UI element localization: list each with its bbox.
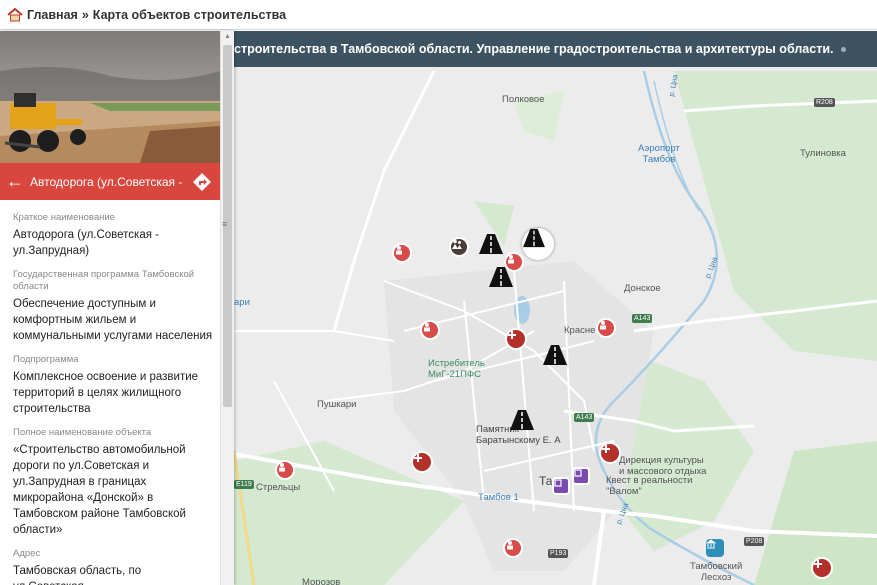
school-marker-icon[interactable] [420, 320, 440, 340]
object-details-panel: ← Автодорога (ул.Советская - ... Краткое… [0, 31, 234, 585]
road-shield-r208: R208 [814, 98, 835, 107]
object-title: Автодорога (ул.Советская - ... [30, 174, 184, 189]
hospital-marker-icon[interactable] [599, 442, 621, 464]
road-marker-icon[interactable] [478, 233, 504, 259]
directions-icon[interactable] [192, 172, 212, 192]
road-shield-a143-2: A143 [574, 413, 595, 422]
object-details-list: Краткое наименование Автодорога (ул.Сове… [13, 212, 213, 585]
field-label: Полное наименование объекта [13, 427, 152, 438]
map-view[interactable]: строительства в Тамбовской области. Упра… [234, 31, 877, 585]
field-label: Подпрограмма [13, 354, 79, 365]
culture-marker-icon[interactable] [552, 477, 570, 495]
field-label: Краткое наименование [13, 212, 115, 223]
road-shield-a143-1: A143 [632, 314, 653, 323]
detail-subprogram: Подпрограмма Комплексное освоение и разв… [13, 354, 213, 417]
banner-dot-icon [841, 46, 847, 52]
school-marker-icon[interactable] [392, 243, 412, 263]
breadcrumb-home-link[interactable]: Главная [27, 8, 78, 22]
resize-grip-icon[interactable]: ≡ [222, 219, 227, 229]
scroll-up-arrow-icon[interactable]: ▲ [224, 33, 231, 40]
place-label-krasnaya: Красне [564, 325, 596, 336]
hospital-marker-icon[interactable] [505, 328, 527, 350]
road-marker-icon[interactable] [509, 409, 535, 435]
home-icon[interactable] [7, 7, 23, 22]
kindergarten-marker-icon[interactable] [449, 237, 469, 257]
road-shield-p193: P193 [548, 549, 569, 558]
field-value: Комплексное освоение и развитие территор… [13, 371, 199, 415]
place-label-direkciya: Дирекция культуры и массового отдыха [619, 455, 707, 477]
school-marker-icon[interactable] [596, 318, 616, 338]
road-shield-p208: P208 [744, 537, 765, 546]
banner-text: строительства в Тамбовской области. Упра… [234, 42, 834, 56]
place-label-pushkari: Пушкари [317, 399, 357, 410]
field-value: Обеспечение доступным и комфортным жилье… [13, 298, 213, 342]
field-value: Автодорога (ул.Советская - ул.Запрудная) [13, 229, 159, 257]
breadcrumb-current-page: Карта объектов строительства [92, 7, 287, 22]
place-label-istrebitel: Истребитель МиГ-21ПФС [428, 358, 485, 380]
place-label-tulinovka: Тулиновка [800, 148, 846, 159]
school-marker-icon[interactable] [503, 538, 523, 558]
detail-state-program: Государственная программа Тамбовской обл… [13, 269, 213, 344]
map-info-banner: строительства в Тамбовской области. Упра… [234, 31, 877, 67]
back-arrow-icon[interactable]: ← [0, 171, 30, 192]
place-label-morozov: Морозов [302, 577, 341, 585]
place-label-leshoz: Тамбовский Лесхоз [690, 561, 743, 583]
road-shield-e119: E119 [234, 480, 254, 489]
map-canvas[interactable] [234, 31, 877, 585]
field-label: Государственная программа Тамбовской обл… [13, 269, 195, 292]
top-navigation-bar: Главная» Карта объектов строительства [0, 0, 877, 30]
field-value: «Строительство автомобильной дороги по у… [13, 444, 186, 536]
place-label-donskoe: Донское [624, 283, 661, 294]
road-marker-icon[interactable] [488, 266, 514, 292]
breadcrumb: Главная» Карта объектов строительства [27, 8, 286, 22]
place-label-tambov1: Тамбов 1 [478, 492, 519, 503]
place-label-airport: Аэропорт Тамбов [638, 143, 680, 165]
breadcrumb-separator: » [81, 7, 89, 22]
school-marker-icon[interactable] [275, 460, 295, 480]
culture-marker-icon[interactable] [572, 467, 590, 485]
hospital-marker-icon[interactable] [411, 451, 433, 473]
detail-short-name: Краткое наименование Автодорога (ул.Сове… [13, 212, 213, 259]
hospital-marker-icon[interactable] [811, 557, 833, 579]
detail-address: Адрес Тамбовская область, по ул.Советска… [13, 548, 213, 585]
object-title-bar: ← Автодорога (ул.Советская - ... [0, 163, 220, 200]
road-marker-icon[interactable] [542, 344, 568, 370]
road-marker-selected-icon[interactable] [522, 228, 554, 260]
museum-marker-icon[interactable] [706, 539, 724, 557]
field-label: Адрес [13, 548, 41, 559]
place-label-polkovoe: Полковое [502, 94, 545, 105]
place-label-kvest: Квест в реальности "Валом" [606, 475, 693, 497]
panel-scrollbar[interactable]: ▲ [220, 31, 234, 585]
object-photo [0, 31, 220, 163]
place-label-strelcy: Стрельцы [256, 482, 301, 493]
field-value: Тамбовская область, по ул.Советская [13, 565, 142, 585]
place-label-ari: ари [234, 297, 250, 308]
detail-full-name: Полное наименование объекта «Строительст… [13, 427, 213, 538]
